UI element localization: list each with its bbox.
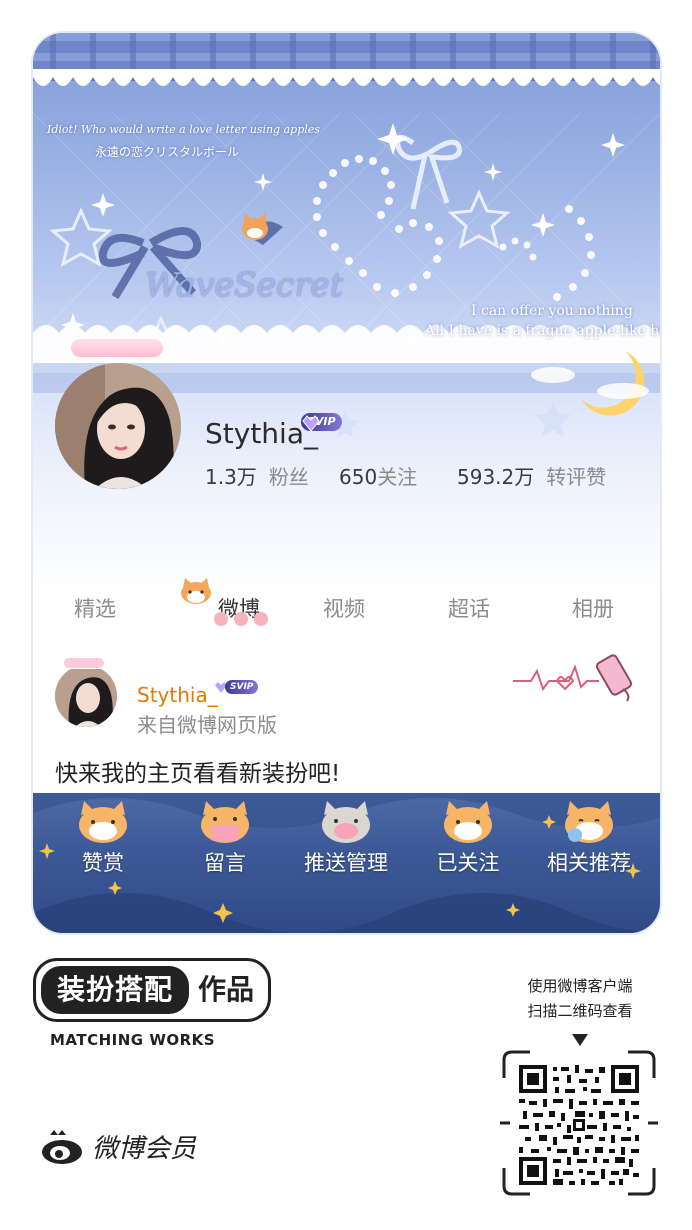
qr-hint-line2: 扫描二维码查看 (527, 1002, 633, 1020)
profile-tabs: 精选 微博 视频 超话 相册 (33, 578, 660, 633)
stat-following[interactable]: 650关注 (339, 461, 417, 490)
banner-line1: Idiot! Who would write a love letter usi… (47, 123, 320, 136)
stat-interactions-value: 593.2万 (457, 465, 535, 489)
weibo-vip-logo: 微博会员 (40, 1128, 196, 1165)
stat-interactions[interactable]: 593.2万 转评赞 (457, 461, 606, 490)
action-followed[interactable]: 已关注 (408, 793, 528, 903)
tab-video[interactable]: 视频 (323, 593, 365, 623)
brand-subtitle: MATCHING WORKS (50, 1031, 216, 1049)
avatar-photo (55, 363, 181, 489)
qr-code-icon (519, 1065, 639, 1185)
brand-left-label: 装扮搭配 (41, 966, 189, 1014)
stat-fans-value: 1.3万 (205, 465, 257, 489)
banner-quote2: All I have is a frague apple-like heart (425, 323, 660, 339)
post-avatar-photo (55, 665, 117, 727)
heart-pulse-icon (513, 654, 633, 702)
cat-icon (444, 801, 492, 843)
stat-following-label: 关注 (377, 465, 418, 489)
cat-icon (79, 801, 127, 843)
post-svip-badge: SVIP (213, 679, 259, 695)
paw-icon (214, 612, 268, 626)
profile-card: Idiot! Who would write a love letter usi… (33, 33, 660, 933)
profile-stats: 1.3万 粉丝 650关注 593.2万 转评赞 (205, 461, 645, 489)
qr-hint-line1: 使用微博客户端 (527, 977, 633, 995)
post-author[interactable]: Stythia_ (137, 683, 218, 707)
ribbon-icon (395, 134, 462, 210)
banner-quote1: I can offer you nothing (471, 303, 633, 319)
stat-fans[interactable]: 1.3万 粉丝 (205, 461, 309, 490)
qr-code-frame[interactable] (500, 1048, 658, 1198)
post-avatar[interactable] (55, 665, 117, 727)
avatar[interactable] (55, 363, 181, 489)
post-source: 来自微博网页版 (137, 713, 277, 737)
banner-logo: WaveSecret (145, 265, 344, 304)
stat-fans-label: 粉丝 (268, 465, 309, 489)
matching-works-badge: 装扮搭配 作品 (33, 958, 271, 1022)
svip-badge[interactable]: SVIP (301, 413, 342, 432)
profile-avatar[interactable] (55, 337, 181, 489)
action-bar: 赞赏 留言 推送管理 已关注 相关推荐 (33, 793, 660, 933)
avatar-frame-decoration (69, 337, 165, 359)
action-followed-label: 已关注 (436, 851, 500, 875)
post-preview[interactable]: Stythia_ SVIP 来自微博网页版 快来我的主页看看新装扮吧! (33, 653, 660, 793)
action-reward[interactable]: 赞赏 (43, 793, 163, 903)
crown-gem-icon (302, 415, 320, 432)
action-push-settings-label: 推送管理 (304, 851, 388, 875)
action-recommendations-label: 相关推荐 (547, 851, 631, 875)
post-text: 快来我的主页看看新装扮吧! (55, 761, 341, 787)
action-comment-label: 留言 (204, 851, 246, 875)
cat-icon (201, 801, 249, 843)
action-reward-label: 赞赏 (82, 851, 124, 875)
cat-icon (242, 213, 268, 240)
cat-icon (322, 801, 370, 843)
stat-interactions-label: 转评赞 (546, 465, 607, 489)
weibo-vip-text: 微博会员 (92, 1134, 197, 1164)
profile-banner: Idiot! Who would write a love letter usi… (33, 33, 660, 593)
cat-icon (181, 578, 211, 604)
page: Idiot! Who would write a love letter usi… (0, 0, 692, 1230)
brand-right-label: 作品 (198, 973, 255, 1006)
action-recommendations[interactable]: 相关推荐 (529, 793, 649, 903)
tab-super-topic[interactable]: 超话 (448, 593, 490, 623)
down-arrow-icon (572, 1034, 588, 1046)
banner-line2: 永遠の恋クリスタルボール (95, 145, 240, 159)
weibo-eye-icon (42, 1129, 82, 1164)
tab-album[interactable]: 相册 (572, 593, 614, 623)
qr-hint: 使用微博客户端 扫描二维码查看 (500, 974, 660, 1024)
tab-featured[interactable]: 精选 (74, 593, 116, 623)
post-avatar-frame (63, 657, 105, 669)
action-push-settings[interactable]: 推送管理 (286, 793, 406, 903)
post-svip-label: SVIP (225, 680, 259, 694)
action-comment[interactable]: 留言 (165, 793, 285, 903)
cat-icon (565, 801, 613, 843)
stat-following-value: 650 (339, 465, 378, 489)
